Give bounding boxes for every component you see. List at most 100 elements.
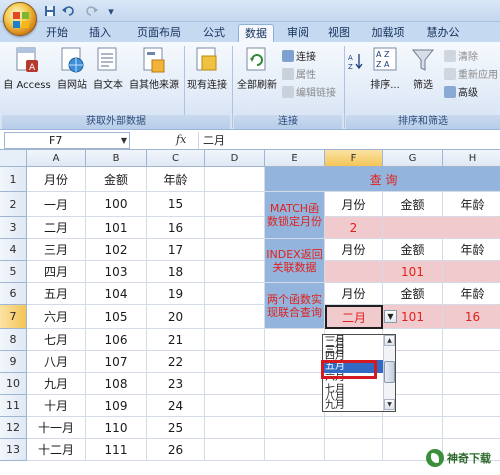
cell-month[interactable]: 一月 [27,192,86,217]
from-text-button[interactable]: 自文本 [90,46,126,91]
fx-icon[interactable]: fx [176,133,196,148]
office-button[interactable] [3,2,37,36]
combo-month-input[interactable]: 二月 [325,305,383,329]
row-header-1[interactable]: 1 [0,167,27,192]
select-all-corner[interactable] [0,150,27,167]
cell-amount[interactable]: 100 [86,192,147,217]
sort-button[interactable]: A ZZ A 排序... [368,46,402,91]
sort-az-button[interactable]: AZ [348,52,364,70]
column-header-a[interactable]: A [27,150,86,167]
header-amount[interactable]: 金额 [86,167,147,192]
from-other-sources-button[interactable]: 自其他来源 [126,46,182,91]
row-header-4[interactable]: 4 [0,239,27,261]
edit-links-button[interactable]: 编辑链接 [282,84,336,99]
cell-age[interactable]: 26 [147,439,205,461]
dropdown-option[interactable]: 一月 [324,335,384,345]
cell-empty[interactable] [205,351,265,373]
cell-age[interactable]: 24 [147,395,205,417]
column-header-g[interactable]: G [383,150,443,167]
cell-age[interactable]: 17 [147,239,205,261]
refresh-all-button[interactable]: 全部刷新 [236,46,278,91]
match-result[interactable]: 2 [325,217,383,239]
cell-amount[interactable]: 108 [86,373,147,395]
filter-button[interactable]: 筛选 [406,46,440,91]
redo-icon[interactable] [80,3,102,19]
cell-age[interactable]: 19 [147,283,205,305]
cell-amount[interactable]: 107 [86,351,147,373]
header-month[interactable]: 月份 [27,167,86,192]
reapply-button[interactable]: 重新应用 [444,66,498,81]
undo-icon[interactable] [58,3,80,19]
column-header-f[interactable]: F [325,150,383,167]
name-box-dropdown-icon[interactable]: ▼ [121,133,127,148]
cell-age[interactable]: 22 [147,351,205,373]
cell-age[interactable]: 21 [147,329,205,351]
cell-month[interactable]: 十月 [27,395,86,417]
dropdown-option[interactable]: 七月 [324,383,384,396]
customize-qat-icon[interactable]: ▾ [104,3,118,19]
dropdown-arrow-icon[interactable]: ▼ [384,310,397,323]
cell-empty[interactable] [383,417,443,439]
cell-empty[interactable] [325,417,383,439]
worksheet-grid[interactable]: A B C D E F G H 1 2 3 4 5 6 7 8 9 10 11 12 13 月份 金额 年龄 一月 100 15 二月… [0,150,500,475]
advanced-button[interactable]: 高级 [444,84,478,99]
tab-insert[interactable]: 插入 [84,24,116,42]
cell-empty[interactable] [205,373,265,395]
cell-empty[interactable] [443,417,500,439]
cell-month[interactable]: 六月 [27,305,86,329]
cell-empty[interactable] [205,261,265,283]
cell-empty[interactable] [443,373,500,395]
properties-button[interactable]: 属性 [282,66,316,81]
connections-button[interactable]: 连接 [282,48,316,63]
cell-empty[interactable] [265,439,325,461]
row-header-8[interactable]: 8 [0,329,27,351]
tab-formulas[interactable]: 公式 [196,24,232,42]
cell-empty[interactable] [265,329,325,351]
cell-month[interactable]: 九月 [27,373,86,395]
cell-amount[interactable]: 105 [86,305,147,329]
cell-age[interactable]: 15 [147,192,205,217]
cell-age[interactable]: 18 [147,261,205,283]
cell-age[interactable]: 23 [147,373,205,395]
cell-empty[interactable] [205,192,265,217]
cell-empty[interactable] [205,395,265,417]
cell-empty[interactable] [443,395,500,417]
column-header-d[interactable]: D [205,150,265,167]
tab-huibangong[interactable]: 慧办公 [422,24,464,42]
row-header-13[interactable]: 13 [0,439,27,461]
row-header-11[interactable]: 11 [0,395,27,417]
row-header-6[interactable]: 6 [0,283,27,305]
cell-age[interactable]: 16 [147,217,205,239]
cell-month[interactable]: 四月 [27,261,86,283]
row-header-3[interactable]: 3 [0,217,27,239]
clear-button[interactable]: 清除 [444,48,478,63]
cell-month[interactable]: 十一月 [27,417,86,439]
column-header-c[interactable]: C [147,150,205,167]
scroll-up-icon[interactable]: ▲ [384,335,395,346]
scroll-down-icon[interactable]: ▼ [384,399,395,410]
tab-addins[interactable]: 加载项 [366,24,410,42]
cell-empty[interactable] [205,217,265,239]
from-access-button[interactable]: A 自 Access [2,46,52,91]
cell-age[interactable]: 20 [147,305,205,329]
tab-view[interactable]: 视图 [324,24,354,42]
row-header-9[interactable]: 9 [0,351,27,373]
cell-amount[interactable]: 101 [86,217,147,239]
cell-empty[interactable] [443,329,500,351]
row-header-7[interactable]: 7 [0,305,27,329]
existing-connections-button[interactable]: 现有连接 [186,46,228,91]
cell-empty[interactable] [205,329,265,351]
cell-empty[interactable] [265,417,325,439]
cell-amount[interactable]: 110 [86,417,147,439]
cell-empty[interactable] [205,439,265,461]
index-result[interactable]: 101 [383,261,443,283]
cell-empty[interactable] [205,417,265,439]
cell-amount[interactable]: 111 [86,439,147,461]
cell-empty[interactable] [325,439,383,461]
cell-empty[interactable] [265,395,325,417]
cell-month[interactable]: 八月 [27,351,86,373]
row-header-5[interactable]: 5 [0,261,27,283]
cell-empty[interactable] [265,351,325,373]
tab-data[interactable]: 数据 [238,24,274,42]
tab-review[interactable]: 审阅 [282,24,314,42]
